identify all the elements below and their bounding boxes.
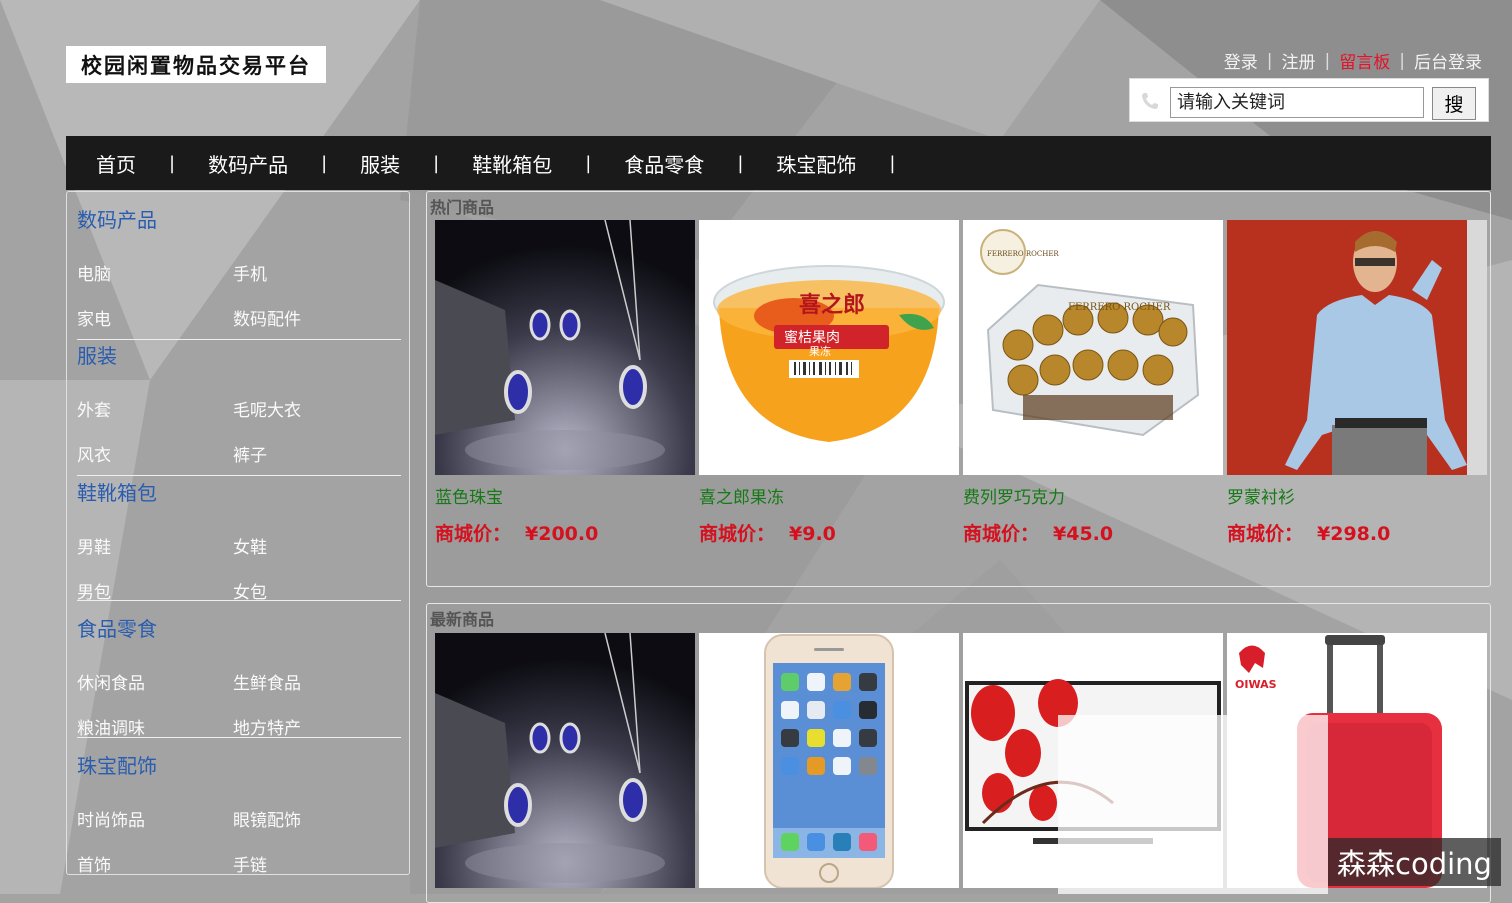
nav-separator: |	[889, 152, 896, 174]
product-image-chocolate[interactable]: FERRERO ROCHER FERRERO ROCHER	[963, 220, 1223, 475]
product-name[interactable]: 蓝色珠宝	[435, 483, 503, 508]
price-value: ¥298.0	[1317, 523, 1391, 545]
link-separator: |	[1324, 50, 1331, 71]
price-label: 商城价：	[435, 523, 512, 545]
ferrero-box-text: FERRERO ROCHER	[1068, 302, 1171, 313]
nav-separator: |	[433, 152, 440, 174]
search-button[interactable]: 搜	[1432, 87, 1476, 120]
subcategory-link[interactable]: 外套	[77, 396, 111, 421]
link-separator: |	[1399, 50, 1405, 71]
category-title[interactable]: 食品零食	[77, 613, 157, 642]
watermark: 森森coding	[1328, 838, 1501, 886]
section-title: 热门商品	[430, 198, 495, 217]
jelly-label-text: 蜜桔果肉	[784, 330, 840, 346]
blurred-popup-overlay	[1058, 715, 1328, 894]
category-title[interactable]: 珠宝配饰	[77, 750, 157, 779]
subcategory-link[interactable]: 休闲食品	[77, 669, 145, 694]
admin-login-link[interactable]: 后台登录	[1414, 48, 1482, 73]
price-label: 商城价：	[963, 523, 1040, 545]
product-price: 商城价： ¥298.0	[1227, 519, 1390, 546]
price-value: ¥45.0	[1053, 523, 1114, 545]
category-title[interactable]: 服装	[77, 340, 117, 369]
category-title[interactable]: 数码产品	[77, 204, 157, 233]
login-link[interactable]: 登录	[1224, 48, 1258, 73]
subcategory-link[interactable]: 手机	[233, 260, 267, 285]
nav-item-clothing[interactable]: 服装	[360, 149, 400, 178]
category-divider	[77, 600, 401, 601]
subcategory-link[interactable]: 风衣	[77, 441, 111, 466]
subcategory-link[interactable]: 地方特产	[233, 714, 301, 739]
message-board-link[interactable]: 留言板	[1339, 48, 1390, 73]
subcategory-link[interactable]: 家电	[77, 305, 111, 330]
subcategory-link[interactable]: 数码配件	[233, 305, 301, 330]
product-price: 商城价： ¥200.0	[435, 519, 598, 546]
search-box: 搜	[1129, 78, 1489, 122]
price-label: 商城价：	[1227, 523, 1304, 545]
register-link[interactable]: 注册	[1282, 48, 1316, 73]
product-name[interactable]: 费列罗巧克力	[963, 483, 1065, 508]
nav-item-digital[interactable]: 数码产品	[208, 149, 288, 178]
subcategory-link[interactable]: 生鲜食品	[233, 669, 301, 694]
category-divider	[77, 475, 401, 476]
product-image-shirt[interactable]	[1227, 220, 1487, 475]
luggage-brand-text: OIWAS	[1235, 678, 1277, 691]
product-image-jewelry[interactable]	[435, 633, 695, 888]
jelly-brand-text: 喜之郎	[799, 292, 865, 318]
subcategory-link[interactable]: 眼镜配饰	[233, 806, 301, 831]
product-name[interactable]: 罗蒙衬衫	[1227, 483, 1295, 508]
category-divider	[77, 737, 401, 738]
subcategory-link[interactable]: 毛呢大衣	[233, 396, 301, 421]
category-title[interactable]: 鞋靴箱包	[77, 477, 157, 506]
ferrero-badge-text: FERRERO ROCHER	[987, 250, 1059, 258]
nav-separator: |	[169, 152, 176, 174]
product-image-jelly[interactable]: 喜之郎 蜜桔果肉 果冻	[699, 220, 959, 475]
product-image-jewelry[interactable]	[435, 220, 695, 475]
nav-separator: |	[585, 152, 592, 174]
product-price: 商城价： ¥9.0	[699, 519, 836, 546]
main-nav: 首页 | 数码产品 | 服装 | 鞋靴箱包 | 食品零食 | 珠宝配饰 |	[66, 136, 1491, 190]
nav-item-shoes-bags[interactable]: 鞋靴箱包	[472, 149, 552, 178]
link-separator: |	[1266, 50, 1273, 71]
subcategory-link[interactable]: 电脑	[77, 260, 111, 285]
nav-item-home[interactable]: 首页	[96, 149, 136, 178]
nav-separator: |	[321, 152, 328, 174]
subcategory-link[interactable]: 手链	[233, 851, 267, 876]
category-divider	[77, 339, 401, 340]
price-value: ¥9.0	[789, 523, 836, 545]
price-value: ¥200.0	[525, 523, 599, 545]
hot-products-panel: 热门商品 蓝色珠宝 商城价： ¥200.0 喜之郎 蜜桔果肉 果冻 喜之郎果冻 …	[426, 191, 1491, 587]
subcategory-link[interactable]: 男鞋	[77, 533, 111, 558]
section-title: 最新商品	[430, 610, 495, 629]
jelly-sub-text: 果冻	[809, 344, 831, 358]
search-input[interactable]	[1170, 87, 1424, 118]
product-price: 商城价： ¥45.0	[963, 519, 1113, 546]
category-sidebar: 数码产品 电脑 手机 家电 数码配件 服装 外套 毛呢大衣 风衣 裤子 鞋靴箱包…	[66, 191, 410, 876]
logo-text: 校园闲置物品交易平台	[81, 52, 311, 78]
price-label: 商城价：	[699, 523, 776, 545]
nav-item-food[interactable]: 食品零食	[624, 149, 704, 178]
phone-icon	[1142, 93, 1158, 109]
top-links: 登录 | 注册 | 留言板 | 后台登录	[1224, 48, 1482, 74]
subcategory-link[interactable]: 裤子	[233, 441, 267, 466]
subcategory-link[interactable]: 首饰	[77, 851, 111, 876]
subcategory-link[interactable]: 粮油调味	[77, 714, 145, 739]
product-name[interactable]: 喜之郎果冻	[699, 483, 784, 508]
product-image-iphone[interactable]	[699, 633, 959, 888]
nav-item-jewelry[interactable]: 珠宝配饰	[776, 149, 856, 178]
nav-separator: |	[737, 152, 744, 174]
site-logo[interactable]: 校园闲置物品交易平台	[66, 46, 326, 83]
subcategory-link[interactable]: 时尚饰品	[77, 806, 145, 831]
subcategory-link[interactable]: 女鞋	[233, 533, 267, 558]
